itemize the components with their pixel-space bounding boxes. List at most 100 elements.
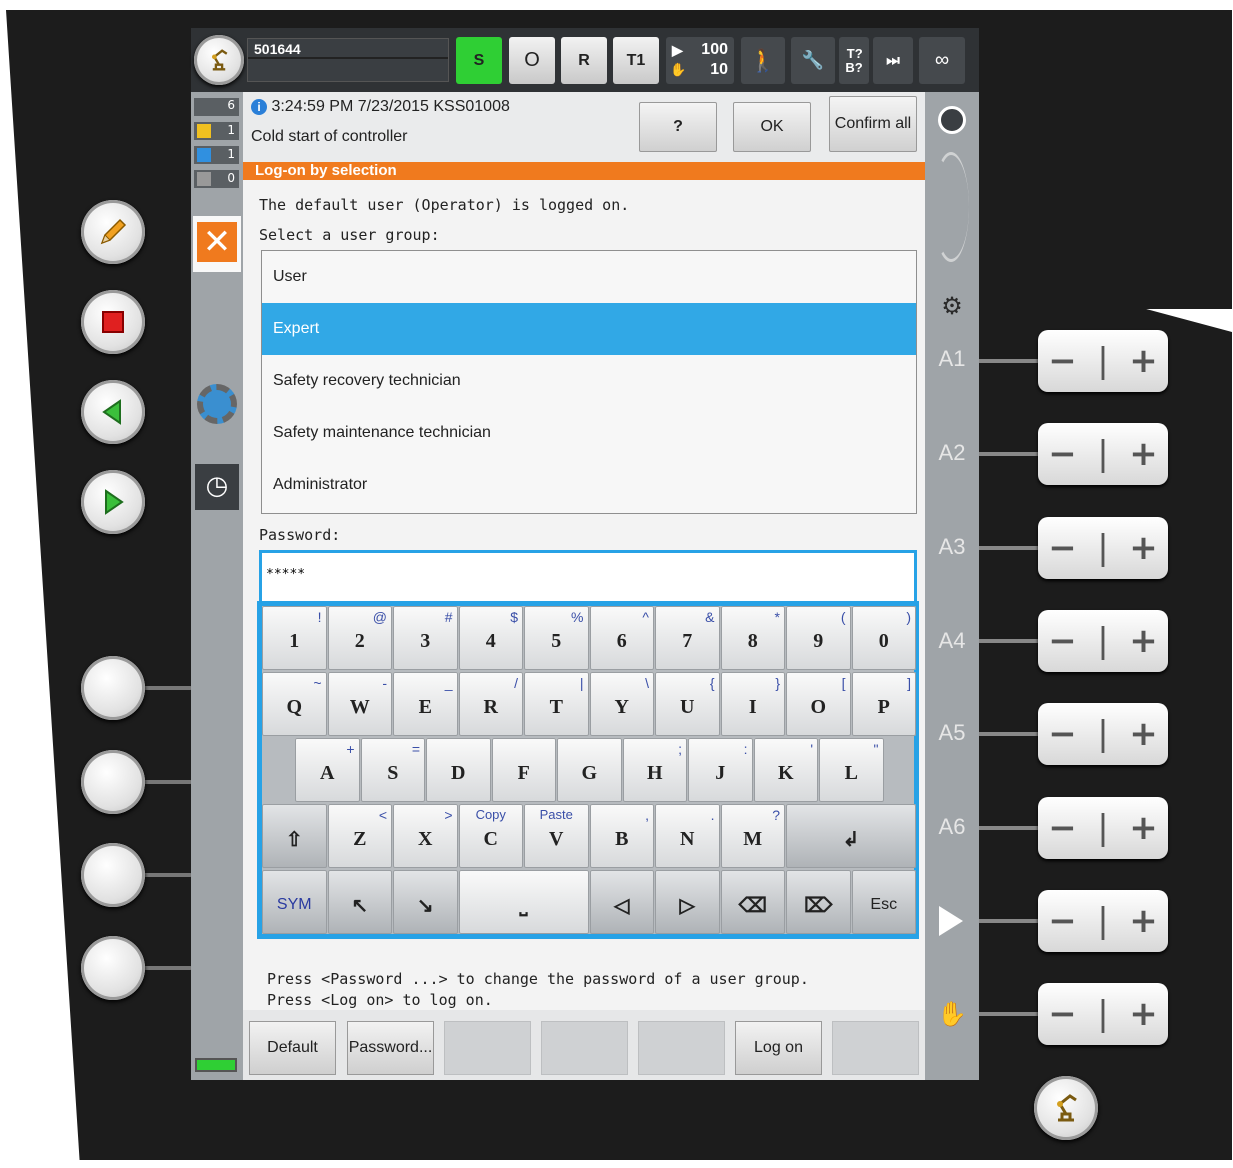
key-t[interactable]: T | — [524, 672, 589, 736]
key-y[interactable]: Y \ — [589, 672, 654, 736]
robot-interpreter-status[interactable]: R — [561, 37, 607, 84]
password-input[interactable]: ***** — [259, 550, 917, 606]
key-a[interactable]: A + — [295, 738, 360, 802]
clock-icon[interactable]: ◷ — [195, 464, 239, 510]
edit-hw-button[interactable] — [81, 200, 145, 264]
key-q[interactable]: Q ~ — [262, 672, 327, 736]
jog-key-a5[interactable]: − | + — [1038, 703, 1168, 765]
key-label: ↖ — [351, 894, 369, 917]
robot-name-box[interactable]: 501644 — [247, 38, 449, 82]
tool-icon[interactable]: 🔧 — [791, 37, 835, 84]
jog-key-a4[interactable]: − | + — [1038, 610, 1168, 672]
globe-icon[interactable] — [938, 106, 966, 134]
key-r[interactable]: R / — [458, 672, 523, 736]
key-1[interactable]: 1! — [262, 606, 327, 670]
user-group-safety-recovery[interactable]: Safety recovery technician — [262, 355, 916, 407]
key-z[interactable]: Z < — [327, 804, 392, 868]
tool-base-status[interactable]: T? B? — [839, 37, 869, 84]
key-c[interactable]: C Copy — [458, 804, 523, 868]
user-group-safety-maintenance[interactable]: Safety maintenance technician — [262, 407, 916, 459]
message-counter-ack[interactable]: 1 — [194, 122, 239, 140]
key-e[interactable]: E _ — [393, 672, 458, 736]
start-backward-hw-button[interactable] — [81, 380, 145, 444]
key-k[interactable]: K ' — [753, 738, 818, 802]
key-f[interactable]: F — [491, 738, 556, 802]
help-button[interactable]: ? — [639, 102, 717, 152]
drives-status[interactable]: O — [509, 37, 555, 84]
status-key-4[interactable] — [81, 936, 145, 1000]
axis-jog-robot-icon[interactable]: ⚙ — [937, 292, 967, 322]
override-status[interactable]: ▶ ✋ 100 10 — [666, 37, 734, 84]
jog-key-a1[interactable]: − | + — [1038, 330, 1168, 392]
confirm-all-button[interactable]: Confirm all — [829, 96, 917, 152]
left-arrow-key[interactable]: ◁ — [589, 870, 654, 934]
key-4[interactable]: 4 $ — [458, 606, 523, 670]
shift-key[interactable]: ⇧ — [262, 804, 327, 868]
ok-button[interactable]: OK — [733, 102, 811, 152]
key-h[interactable]: H; — [622, 738, 687, 802]
delete-key[interactable]: ⌦ — [786, 870, 851, 934]
key-i[interactable]: I} — [720, 672, 785, 736]
space-mouse-icon[interactable] — [933, 152, 969, 262]
jog-key-a3[interactable]: − | + — [1038, 517, 1168, 579]
status-key-3[interactable] — [81, 843, 145, 907]
jog-mode[interactable]: ∞ — [919, 37, 965, 84]
default-button[interactable]: Default — [249, 1021, 336, 1075]
key-l[interactable]: L " — [819, 738, 884, 802]
close-dialog-button[interactable]: ✕ — [193, 216, 241, 272]
key-m[interactable]: M? — [720, 804, 785, 868]
home-key[interactable]: ↖ — [327, 870, 392, 934]
message-counter-total[interactable]: 6 — [194, 98, 239, 116]
right-arrow-key[interactable]: ▷ — [655, 870, 720, 934]
message-counter-dialog[interactable]: 0 — [194, 170, 239, 188]
main-menu-button[interactable] — [194, 35, 244, 85]
user-group-user[interactable]: User — [262, 251, 916, 303]
key-p[interactable]: P] — [851, 672, 916, 736]
key-d[interactable]: D — [426, 738, 491, 802]
incremental-jog-icon[interactable]: ⏭ — [873, 37, 913, 84]
key-0[interactable]: 0) — [851, 606, 916, 670]
status-key-1[interactable] — [81, 656, 145, 720]
key-n[interactable]: N. — [655, 804, 720, 868]
key-6[interactable]: 6 ^ — [589, 606, 654, 670]
submit-interpreter-status[interactable]: S — [456, 37, 502, 84]
key-x[interactable]: X > — [393, 804, 458, 868]
status-key-2[interactable] — [81, 750, 145, 814]
settings-gear-icon[interactable] — [197, 384, 237, 424]
key-s[interactable]: S = — [360, 738, 425, 802]
end-key[interactable]: ↘ — [393, 870, 458, 934]
key-3[interactable]: 3 # — [393, 606, 458, 670]
password-button[interactable]: Password... — [347, 1021, 434, 1075]
jog-key-a2[interactable]: − | + — [1038, 423, 1168, 485]
jog-key-override[interactable]: − | + — [1038, 890, 1168, 952]
user-group-administrator[interactable]: Administrator — [262, 459, 916, 511]
jog-key-jog-override[interactable]: − | + — [1038, 983, 1168, 1045]
logon-button[interactable]: Log on — [735, 1021, 822, 1075]
esc-key[interactable]: Esc — [851, 870, 916, 934]
start-forward-hw-button[interactable] — [81, 470, 145, 534]
walking-person-icon[interactable]: 🚶 — [741, 37, 785, 84]
key-u[interactable]: U{ — [655, 672, 720, 736]
key-8[interactable]: 8 * — [720, 606, 785, 670]
sym-key[interactable]: SYM — [262, 870, 327, 934]
user-group-expert[interactable]: Expert — [262, 303, 916, 355]
key-2[interactable]: 2 @ — [327, 606, 392, 670]
key-b[interactable]: B, — [589, 804, 654, 868]
key-o[interactable]: O[ — [786, 672, 851, 736]
key-g[interactable]: G — [557, 738, 622, 802]
operating-mode[interactable]: T1 — [613, 37, 659, 84]
enter-key[interactable]: ↲ — [786, 804, 916, 868]
space-key[interactable]: ⎵ — [458, 870, 589, 934]
jog-key-a6[interactable]: − | + — [1038, 797, 1168, 859]
key-9[interactable]: 9( — [786, 606, 851, 670]
main-menu-hw-button[interactable] — [1034, 1076, 1098, 1140]
stop-hw-button[interactable] — [81, 290, 145, 354]
key-v[interactable]: V Paste — [524, 804, 589, 868]
key-7[interactable]: 7 & — [655, 606, 720, 670]
plus-icon: + — [1129, 808, 1158, 848]
key-j[interactable]: J: — [688, 738, 753, 802]
backspace-key[interactable]: ⌫ — [720, 870, 785, 934]
key-5[interactable]: 5% — [524, 606, 589, 670]
message-counter-info[interactable]: 1 — [194, 146, 239, 164]
key-w[interactable]: W- — [327, 672, 392, 736]
